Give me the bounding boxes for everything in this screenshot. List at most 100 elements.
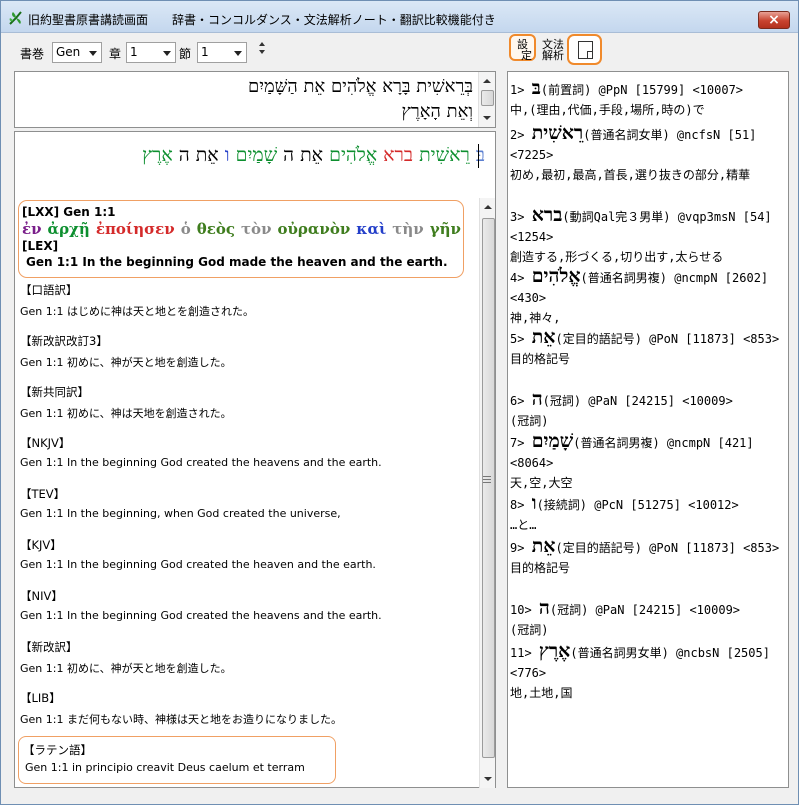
book-select[interactable]: Gen [52, 42, 102, 63]
hebrew-verse-textbox[interactable]: בְּרֵאשִׁית בָּרָא אֱלֹהִים אֵת הַשָּׁמַ… [14, 71, 496, 128]
translation-text: Gen 1:1 まだ何もない時、神様は天と地をお造りになりました。 [20, 713, 342, 726]
dictionary-entry[interactable]: 7> שָׁמַיִם(普通名詞男複) @ncmpN [421] <8064> 天… [510, 431, 786, 493]
translation-block: 【TEV】 Gen 1:1 In the beginning, when God … [20, 486, 341, 520]
dictionary-entry[interactable]: 1> בּ(前置詞) @PpN [15799] <10007> 中,(理由,代価,… [510, 78, 786, 120]
translation-header: 【口語訳】 [20, 283, 78, 297]
translation-header: 【新改訳改訂3】 [20, 334, 108, 348]
verse-select-value: 1 [201, 45, 209, 59]
settings-label-line2: 定 [521, 49, 532, 62]
scroll-thumb[interactable] [481, 90, 494, 106]
entry-gloss: …と… [510, 518, 537, 532]
chevron-down-icon [89, 51, 97, 56]
entry-gloss: 中,(理由,代価,手段,場所,時の)で [510, 103, 705, 117]
chevron-down-icon [163, 51, 171, 56]
translation-text: Gen 1:1 初めに、神が天と地を創造した。 [20, 662, 232, 675]
dictionary-entry[interactable]: 3> ברא(動詞Qal完３男単) @vqp3msN [54] <1254> 創造… [510, 205, 786, 267]
scroll-up-arrow-icon[interactable] [483, 79, 491, 83]
page-fold-icon [587, 51, 593, 59]
entry-headword: אֱלֹהִים [531, 265, 581, 287]
entry-line: 2> רֵאשִׁית(普通名詞女単) @ncfsN [51] <7225> [510, 123, 786, 165]
hebrew-word[interactable]: שָׁמַיִם [236, 144, 278, 166]
greek-word[interactable]: ἐν [22, 220, 42, 238]
grammar-analysis-button[interactable]: 文法 解析 [541, 39, 565, 63]
translation-block: 【口語訳】 Gen 1:1 はじめに神は天と地とを創造された。 [20, 282, 254, 319]
hebrew-word[interactable]: אֵת [196, 144, 219, 166]
translation-scrollbar[interactable] [479, 198, 495, 788]
entry-number: 3> [510, 210, 525, 224]
book-select-value: Gen [56, 45, 81, 59]
scroll-down-arrow-icon[interactable] [484, 777, 492, 781]
entry-headword: ה [538, 597, 550, 619]
settings-button[interactable]: 設 定 [509, 34, 536, 61]
translation-block: 【NKJV】 Gen 1:1 In the beginning God creat… [20, 435, 382, 469]
translation-text: Gen 1:1 In the beginning God created the… [20, 609, 382, 622]
entry-number: 1> [510, 83, 525, 97]
greek-word[interactable]: τὴν [392, 220, 423, 238]
dictionary-entry[interactable]: 9> אֵת(定目的語記号) @PoN [11873] <853> 目的格記号 [510, 536, 786, 578]
entry-line: 1> בּ(前置詞) @PpN [15799] <10007> [510, 78, 786, 100]
dictionary-entry[interactable]: 11> אֶרֶץ(普通名詞男女単) @ncbsN [2505] <776> 地,… [510, 641, 786, 703]
entry-headword: אֵת [531, 326, 556, 348]
hebrew-word[interactable]: ה [179, 144, 190, 166]
spin-up-arrow-icon[interactable] [259, 42, 265, 46]
greek-word[interactable]: τὸν [241, 220, 272, 238]
translation-header: 【NKJV】 [20, 436, 71, 450]
entry-line: 3> ברא(動詞Qal完３男単) @vqp3msN [54] <1254> [510, 205, 786, 247]
verse-spinner[interactable] [257, 38, 268, 66]
close-button[interactable]: × [758, 11, 790, 29]
translation-text: Gen 1:1 In the beginning God created the… [20, 558, 376, 571]
dictionary-entry[interactable]: 4> אֱלֹהִים(普通名詞男複) @ncmpN [2602] <430> 神… [510, 266, 786, 328]
greek-word[interactable]: γῆν [430, 220, 461, 238]
entry-number: 8> [510, 498, 525, 512]
hebrew-word[interactable]: אֵת [300, 144, 323, 166]
verse-label: 節 [179, 47, 192, 61]
dictionary-entry[interactable]: 10> ה(冠詞) @PaN [24215] <10009> (冠詞) [510, 598, 786, 640]
greek-word[interactable]: θεὸς [197, 220, 235, 238]
lxx-header: [LXX] Gen 1:1 [22, 205, 116, 219]
notes-page-button[interactable] [567, 34, 602, 65]
text-cursor [478, 144, 479, 168]
latin-text: Gen 1:1 in principio creavit Deus caelum… [25, 761, 305, 774]
greek-word[interactable]: οὐρανὸν [277, 220, 350, 238]
entry-headword: שָׁמַיִם [531, 430, 574, 452]
dictionary-entry[interactable]: 6> ה(冠詞) @PaN [24215] <10009> (冠詞) [510, 389, 786, 431]
scroll-up-arrow-icon[interactable] [484, 205, 492, 209]
translation-block: 【KJV】 Gen 1:1 In the beginning God create… [20, 537, 376, 571]
greek-word[interactable]: ἐποίησεν [96, 220, 175, 238]
hebrew-word[interactable]: אֶרֶץ [142, 144, 173, 166]
dictionary-entry[interactable]: 8> ו(接続詞) @PcN [51275] <10012> …と… [510, 493, 786, 535]
hebrew-word[interactable]: ו [225, 144, 230, 166]
greek-word[interactable]: ἀρχῇ [48, 220, 90, 238]
hebrew-scrollbar[interactable] [478, 72, 495, 127]
translation-block: 【新改訳改訂3】 Gen 1:1 初めに、神が天と地を創造した。 [20, 333, 232, 370]
chapter-select[interactable]: 1 [126, 42, 176, 63]
dictionary-entry[interactable]: 2> רֵאשִׁית(普通名詞女単) @ncfsN [51] <7225> 初め… [510, 123, 786, 185]
dictionary-entry[interactable]: 5> אֵת(定目的語記号) @PoN [11873] <853> 目的格記号 [510, 327, 786, 369]
scroll-thumb[interactable] [482, 218, 495, 758]
translation-block: 【NIV】 Gen 1:1 In the beginning God create… [20, 588, 382, 622]
hebrew-word[interactable]: ה [283, 144, 294, 166]
entry-headword: ה [531, 388, 543, 410]
spin-down-arrow-icon[interactable] [259, 50, 265, 54]
entry-line: 9> אֵת(定目的語記号) @PoN [11873] <853> [510, 536, 786, 558]
app-window: 旧約聖書原書講読画面 辞書・コンコルダンス・文法解析ノート・翻訳比較機能付き ×… [0, 0, 799, 805]
verse-select[interactable]: 1 [197, 42, 247, 63]
entry-gloss: 神,神々, [510, 311, 561, 325]
reading-panel: בּרֵאשִׁיתבראאֱלֹהִיםאֵתהשָׁמַיִםואֵתהאֶ… [14, 131, 496, 788]
app-leaf-icon [9, 11, 22, 25]
scroll-down-arrow-icon[interactable] [483, 116, 491, 120]
translation-header: 【KJV】 [20, 538, 62, 552]
hebrew-word[interactable]: אֱלֹהִים [329, 144, 377, 166]
colored-hebrew-verse: בּרֵאשִׁיתבראאֱלֹהִיםאֵתהשָׁמַיִםואֵתהאֶ… [136, 144, 485, 167]
entry-grammar-info: (接続詞) @PcN [51275] <10012> [536, 498, 739, 512]
entry-grammar-info: (前置詞) @PpN [15799] <10007> [540, 83, 744, 97]
latin-section: 【ラテン語】 Gen 1:1 in principio creavit Deus… [18, 736, 336, 784]
translation-text: Gen 1:1 はじめに神は天と地とを創造された。 [20, 305, 254, 318]
hebrew-word[interactable]: ברא [383, 144, 413, 166]
greek-word[interactable]: ὁ [181, 220, 191, 238]
greek-word[interactable]: καὶ [356, 220, 386, 238]
hebrew-word[interactable]: רֵאשִׁית [419, 144, 470, 166]
entry-line: 6> ה(冠詞) @PaN [24215] <10009> [510, 389, 786, 411]
translation-block: 【LIB】 Gen 1:1 まだ何もない時、神様は天と地をお造りになりました。 [20, 690, 342, 727]
translation-block: 【新改訳】 Gen 1:1 初めに、神が天と地を創造した。 [20, 639, 232, 676]
